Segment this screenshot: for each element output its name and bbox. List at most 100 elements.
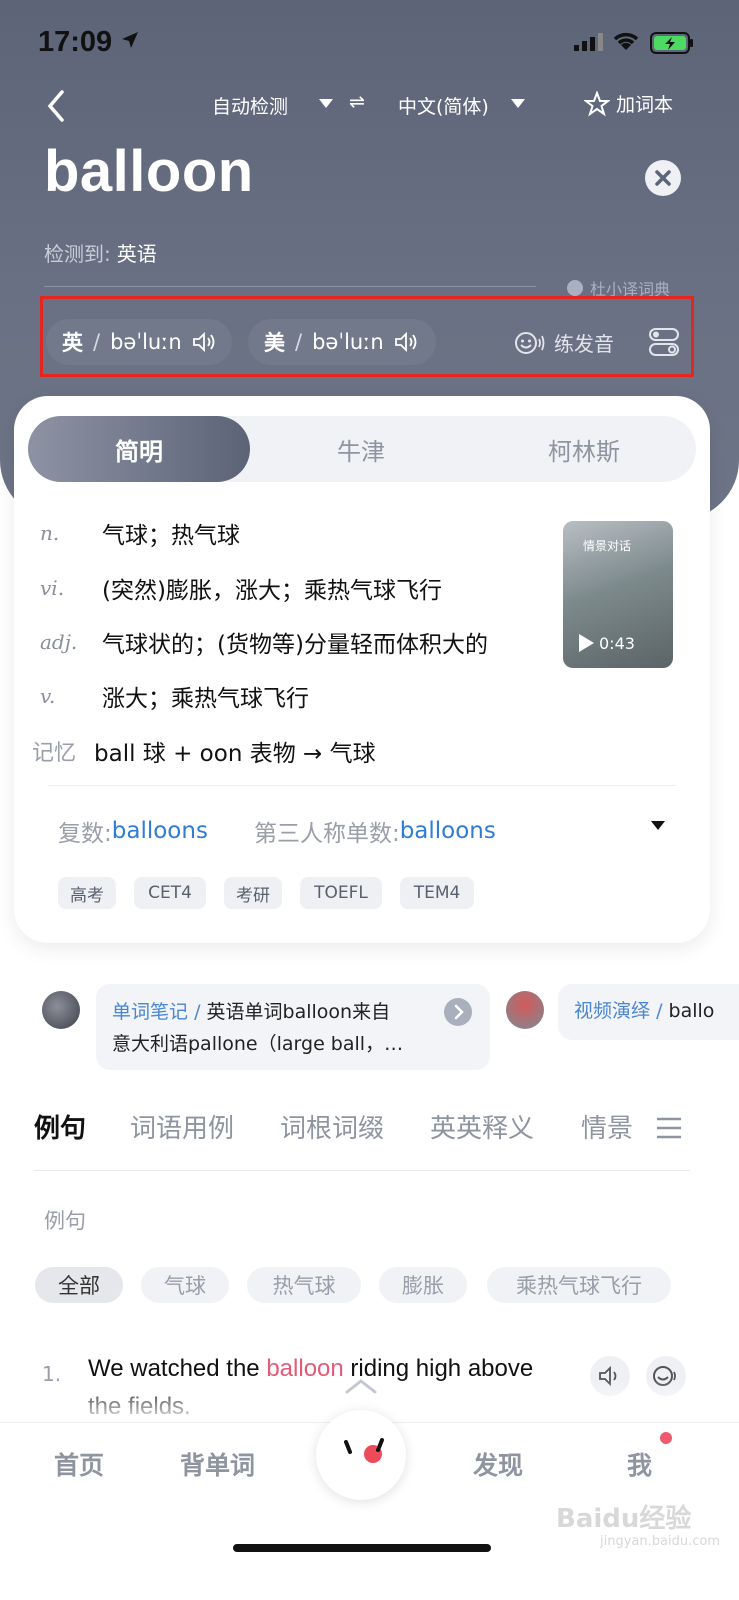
tab-oxford[interactable]: 牛津 — [250, 416, 472, 482]
note-arrow-button[interactable] — [444, 998, 472, 1026]
tab-english-definition[interactable]: 英英释义 — [430, 1108, 534, 1145]
avatar — [506, 991, 544, 1029]
back-button[interactable] — [40, 86, 72, 126]
example-chip[interactable]: 气球 — [141, 1267, 229, 1303]
toggle-settings-icon[interactable] — [648, 326, 680, 358]
slash: / — [194, 1001, 201, 1023]
video-tag: 情景对话 — [583, 539, 632, 553]
source-language-select[interactable]: 自动检测 — [212, 92, 288, 119]
example-text: We watched the — [88, 1355, 267, 1382]
tab-collins[interactable]: 柯林斯 — [472, 416, 696, 482]
detected-value: 英语 — [116, 242, 157, 266]
tab-examples[interactable]: 例句 — [34, 1108, 86, 1145]
pronunciation-uk-button[interactable]: 英 / bəˈluːn — [46, 319, 232, 365]
pronunciation-ipa: bəˈluːn — [312, 330, 384, 354]
definition-text: (突然)膨胀，涨大；乘热气球飞行 — [102, 578, 442, 604]
location-arrow-icon — [122, 32, 138, 48]
chevron-down-icon[interactable] — [319, 99, 333, 108]
target-language-select[interactable]: 中文(简体) — [398, 92, 489, 119]
third-person-value[interactable]: balloons — [400, 818, 496, 844]
menu-icon[interactable] — [656, 1116, 682, 1140]
battery-icon — [650, 32, 693, 54]
chevron-down-icon[interactable] — [511, 99, 525, 108]
center-mascot-button[interactable] — [316, 1410, 406, 1500]
detected-label: 检测到: — [44, 242, 111, 266]
section-tabs: 例句 词语用例 词根词缀 英英释义 情景 — [34, 1104, 694, 1154]
mascot-icon — [344, 1438, 384, 1463]
add-to-wordbook-button[interactable]: 加词本 — [584, 90, 673, 117]
divider — [48, 785, 676, 786]
watermark: Baidu经验 — [556, 1504, 692, 1534]
chevron-right-icon — [454, 1004, 464, 1020]
exam-tag[interactable]: 考研 — [224, 877, 282, 909]
play-icon — [579, 634, 594, 652]
speaker-icon — [394, 331, 417, 353]
avatar — [42, 991, 80, 1029]
chevron-up-icon[interactable] — [345, 1378, 377, 1394]
close-icon — [655, 170, 671, 186]
notification-badge — [660, 1432, 672, 1444]
definition-text: 涨大；乘热气球飞行 — [102, 686, 309, 712]
example-chip[interactable]: 膨胀 — [379, 1267, 467, 1303]
nav-vocabulary[interactable]: 背单词 — [180, 1446, 255, 1482]
pronunciation-us-button[interactable]: 美 / bəˈluːn — [248, 319, 436, 365]
tab-roots-affixes[interactable]: 词根词缀 — [280, 1108, 384, 1145]
cellular-signal-icon — [574, 33, 603, 51]
nav-me[interactable]: 我 — [627, 1446, 652, 1482]
speaking-face-icon — [515, 331, 545, 354]
home-indicator — [233, 1544, 491, 1552]
tab-scenario[interactable]: 情景 — [581, 1108, 633, 1145]
practice-pronunciation-button[interactable]: 练发音 — [514, 328, 614, 357]
example-chip[interactable]: 热气球 — [247, 1267, 361, 1303]
watermark-url: jingyan.baidu.com — [600, 1534, 720, 1549]
detected-language: 检测到: 英语 — [44, 238, 157, 267]
word-forms: 复数: balloons 第三人称单数: balloons — [58, 814, 496, 848]
status-time: 17:09 — [38, 26, 113, 58]
memory-text: ball 球 + oon 表物 → 气球 — [94, 741, 376, 767]
definition-row: n. 气球；热气球 — [40, 516, 240, 550]
third-person-label: 第三人称单数: — [253, 821, 400, 847]
exam-tag[interactable]: 高考 — [58, 877, 116, 909]
tab-concise[interactable]: 简明 — [28, 416, 250, 482]
part-of-speech: n. — [40, 521, 60, 545]
video-performance-card[interactable]: 视频演绎 / ballo — [558, 984, 739, 1040]
add-to-wordbook-label: 加词本 — [616, 94, 674, 116]
slash: / — [295, 330, 303, 354]
exam-tag[interactable]: CET4 — [134, 877, 206, 909]
exam-tag[interactable]: TOEFL — [300, 877, 382, 909]
definition-text: 气球；热气球 — [102, 523, 240, 549]
slash: / — [93, 330, 101, 354]
tab-word-usage[interactable]: 词语用例 — [130, 1108, 234, 1145]
star-icon — [584, 90, 610, 117]
part-of-speech: vi. — [40, 576, 65, 600]
memory-row: 记忆 ball 球 + oon 表物 → 气球 — [32, 734, 376, 768]
nav-discover[interactable]: 发现 — [473, 1446, 523, 1482]
example-chip[interactable]: 全部 — [35, 1267, 123, 1303]
pronunciation-ipa: bəˈluːn — [110, 330, 182, 354]
definition-row: adj. 气球状的；(货物等)分量轻而体积大的 — [40, 625, 488, 659]
memory-label: 记忆 — [32, 741, 77, 766]
slash: / — [656, 1000, 663, 1022]
status-bar: 17:09 — [0, 0, 739, 90]
definition-row: vi. (突然)膨胀，涨大；乘热气球飞行 — [40, 571, 442, 605]
speaker-icon — [192, 331, 215, 353]
clear-button[interactable] — [645, 160, 681, 196]
plural-value[interactable]: balloons — [112, 818, 208, 844]
exam-tag[interactable]: TEM4 — [400, 877, 474, 909]
mascot-icon — [567, 280, 583, 296]
nav-home[interactable]: 首页 — [54, 1446, 104, 1482]
practice-label: 练发音 — [554, 332, 614, 356]
divider — [34, 1170, 690, 1171]
note-line-1: 英语单词balloon来自 — [206, 1001, 391, 1023]
word-note-card[interactable]: 单词笔记 / 英语单词balloon来自 意大利语pallone（large b… — [96, 984, 490, 1070]
example-chip[interactable]: 乘热气球飞行 — [487, 1267, 671, 1303]
note-tag: 单词笔记 — [112, 1001, 189, 1023]
pronunciation-region: 英 — [62, 331, 83, 355]
swap-languages-button[interactable]: ⇌ — [349, 91, 365, 113]
example-highlight: balloon — [266, 1355, 344, 1382]
search-word[interactable]: balloon — [44, 138, 254, 205]
chevron-down-icon[interactable] — [651, 821, 665, 830]
definition-row: v. 涨大；乘热气球飞行 — [40, 679, 309, 713]
video-thumbnail[interactable]: 情景对话 0:43 — [563, 521, 673, 668]
pronunciation-region: 美 — [264, 331, 285, 355]
